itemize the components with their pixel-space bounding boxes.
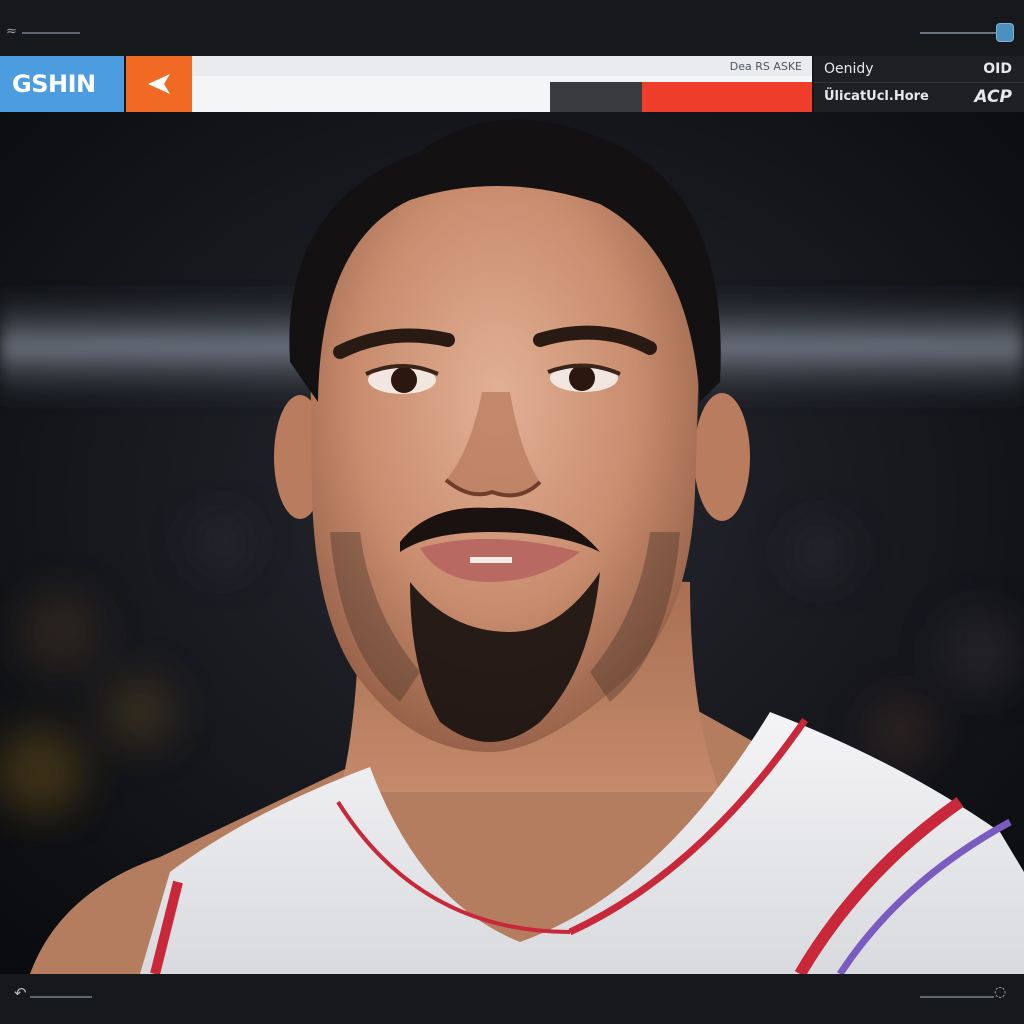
info-row-value: OID bbox=[983, 61, 1012, 77]
top-window-bar: ≈ bbox=[0, 0, 1024, 56]
info-row-label: ÜlicatUcl.Hore bbox=[824, 89, 929, 104]
photo-viewport bbox=[0, 112, 1024, 974]
athlete-photo bbox=[0, 112, 1024, 974]
team-bar-dark bbox=[550, 82, 642, 112]
bottom-right-track bbox=[920, 996, 994, 998]
score-panel-header: Dea RS ASKE bbox=[192, 56, 812, 76]
scoreboard-strip: GSHIN Dea RS ASKE Oenidy OID ÜlicatUcl.H… bbox=[0, 56, 1024, 112]
score-panel: Dea RS ASKE bbox=[192, 56, 812, 112]
info-row[interactable]: ÜlicatUcl.Hore ACP bbox=[814, 84, 1024, 111]
score-caption: Dea RS ASKE bbox=[729, 60, 802, 73]
back-arrow-icon bbox=[148, 74, 170, 94]
top-left-track bbox=[22, 32, 80, 34]
bottom-window-bar: ↶ ◌ bbox=[0, 974, 1024, 1024]
info-panel: Oenidy OID ÜlicatUcl.Hore ACP bbox=[814, 56, 1024, 112]
back-button[interactable] bbox=[126, 56, 192, 112]
info-row-label: Oenidy bbox=[824, 61, 874, 77]
undo-icon[interactable]: ↶ bbox=[14, 984, 27, 1002]
info-row[interactable]: Oenidy OID bbox=[814, 56, 1024, 83]
team-bar-red bbox=[642, 82, 812, 112]
info-row-value: ACP bbox=[974, 87, 1012, 107]
menu-glyph-icon[interactable]: ≈ bbox=[6, 24, 17, 39]
settings-dot-icon[interactable]: ◌ bbox=[994, 984, 1006, 1000]
zoom-slider-track[interactable] bbox=[920, 32, 1004, 34]
brand-logo[interactable]: GSHIN bbox=[0, 56, 124, 112]
zoom-slider-thumb[interactable] bbox=[996, 23, 1014, 42]
bottom-left-track bbox=[30, 996, 92, 998]
